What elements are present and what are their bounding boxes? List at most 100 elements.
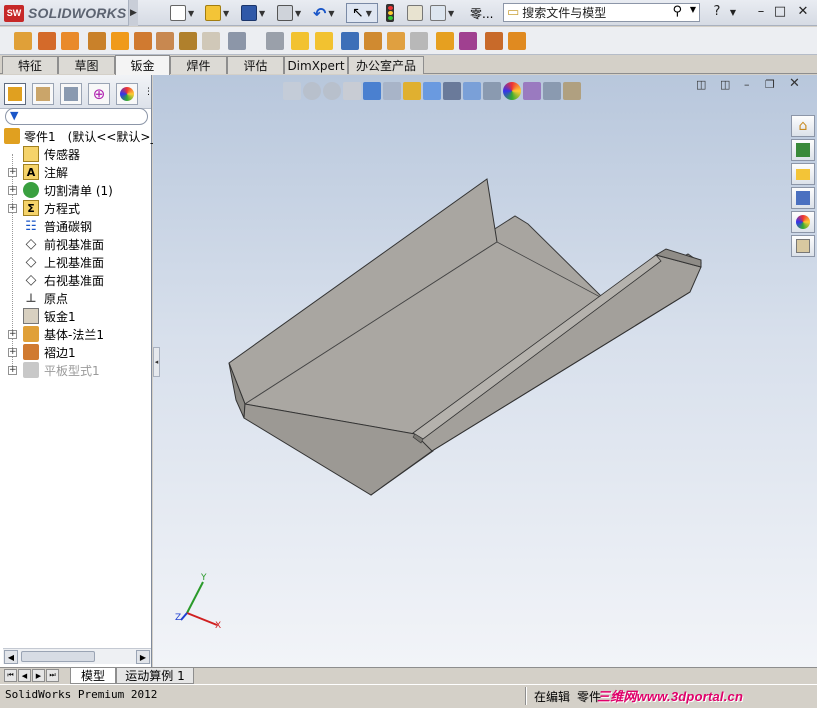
next-tab-icon[interactable]: ▶ (32, 669, 45, 682)
search-box[interactable]: ▭ ⚲ ▼ (503, 3, 700, 22)
expand-icon[interactable]: + (8, 329, 17, 339)
tree-item-base-flange[interactable]: + 基体-法兰1 (0, 325, 150, 343)
jog-icon[interactable] (156, 32, 174, 50)
chevron-down-icon[interactable]: ▼ (448, 9, 454, 18)
flatten-icon[interactable] (410, 32, 428, 50)
forming-tool-icon[interactable] (266, 32, 284, 50)
scroll-thumb[interactable] (21, 651, 95, 662)
filter-box[interactable]: ▼ (5, 108, 148, 125)
chevron-down-icon[interactable]: ▼ (223, 9, 229, 18)
feature-manager-tab[interactable] (4, 83, 26, 105)
options-button[interactable]: ▼ (430, 3, 454, 23)
sheet-metal-gusset-icon[interactable] (508, 32, 526, 50)
rip-icon[interactable] (485, 32, 503, 50)
horizontal-scrollbar[interactable]: ◀ ▶ (3, 648, 151, 664)
tree-item-top-plane[interactable]: ◇ 上视基准面 (0, 253, 150, 271)
tree-item-origin[interactable]: ⊥ 原点 (0, 289, 150, 307)
tree-item-sensors[interactable]: 传感器 (0, 145, 150, 163)
tree-item-equations[interactable]: + Σ 方程式 (0, 199, 150, 217)
property-manager-tab[interactable] (32, 83, 54, 105)
tree-item-right-plane[interactable]: ◇ 右视基准面 (0, 271, 150, 289)
tree-item-label: 方程式 (44, 201, 81, 216)
last-tab-icon[interactable]: ⏭ (46, 669, 59, 682)
vent-icon[interactable] (341, 32, 359, 50)
tree-item-cut-list[interactable]: + 切割清单 (1) (0, 181, 150, 199)
previous-tab-icon[interactable]: ◀ (18, 669, 31, 682)
edge-flange-icon[interactable] (88, 32, 106, 50)
maximize-icon[interactable]: □ (771, 4, 789, 19)
tab-sketch[interactable]: 草图 (58, 56, 115, 74)
expand-icon[interactable]: + (8, 365, 17, 375)
tree-item-front-plane[interactable]: ◇ 前视基准面 (0, 235, 150, 253)
fold-icon[interactable] (387, 32, 405, 50)
select-button[interactable]: ↖ ▼ (346, 3, 378, 23)
convert-to-sheet-metal-icon[interactable] (38, 32, 56, 50)
more-tabs-icon[interactable]: ⋮ (144, 87, 153, 97)
first-tab-icon[interactable]: ⏮ (4, 669, 17, 682)
insert-bends-icon[interactable] (459, 32, 477, 50)
custom-properties-tab[interactable] (791, 235, 815, 257)
expand-icon[interactable]: + (8, 347, 17, 357)
chevron-down-icon[interactable]: ▼ (295, 9, 301, 18)
chevron-down-icon[interactable]: ▼ (328, 9, 334, 18)
rebuild-button[interactable] (386, 3, 394, 23)
print-button[interactable]: ▼ (277, 3, 301, 23)
chevron-down-icon[interactable]: ▼ (259, 9, 265, 18)
extruded-cut-icon[interactable] (291, 32, 309, 50)
scroll-right-icon[interactable]: ▶ (136, 650, 150, 664)
view-palette-tab[interactable] (791, 187, 815, 209)
chevron-down-icon[interactable]: ▼ (724, 8, 742, 17)
undo-button[interactable]: ↶ ▼ (313, 3, 335, 23)
expand-icon[interactable]: + (8, 185, 17, 195)
tree-item-flat-pattern[interactable]: + 平板型式1 (0, 361, 150, 379)
expand-icon[interactable]: + (8, 203, 17, 213)
tree-root[interactable]: 零件1 (默认<<默认>_外 (0, 127, 168, 145)
hem-tool-icon[interactable] (134, 32, 152, 50)
scroll-left-icon[interactable]: ◀ (4, 650, 18, 664)
tab-office-products[interactable]: 办公室产品 (348, 56, 424, 74)
tab-evaluate[interactable]: 评估 (227, 56, 284, 74)
design-library-tab[interactable] (791, 139, 815, 161)
minimize-icon[interactable]: – (752, 4, 770, 19)
file-explorer-tab[interactable] (791, 163, 815, 185)
miter-flange-icon[interactable] (111, 32, 129, 50)
corners-icon[interactable] (228, 32, 246, 50)
expand-icon[interactable]: + (8, 167, 17, 177)
unfold-icon[interactable] (364, 32, 382, 50)
tab-motion-study[interactable]: 运动算例 1 (116, 668, 194, 684)
tab-dimxpert[interactable]: DimXpert (284, 56, 348, 74)
new-document-button[interactable]: ▼ (170, 3, 194, 23)
base-flange-tool-icon[interactable] (14, 32, 32, 50)
file-properties-button[interactable] (407, 3, 423, 23)
tree-item-material[interactable]: ☷ 普通碳钢 (0, 217, 150, 235)
solidworks-resources-tab[interactable]: ⌂ (791, 115, 815, 137)
solidworks-logo[interactable]: SW SOLIDWORKS (4, 4, 126, 22)
lofted-bend-icon[interactable] (61, 32, 79, 50)
tab-sheet-metal[interactable]: 钣金 (115, 55, 170, 75)
menu-expand-icon[interactable]: ▶ (128, 0, 138, 26)
chevron-down-icon[interactable]: ▼ (366, 9, 372, 18)
open-button[interactable]: ▼ (205, 3, 229, 23)
search-input[interactable] (522, 5, 673, 20)
configuration-manager-tab[interactable] (60, 83, 82, 105)
tree-item-annotations[interactable]: + A 注解 (0, 163, 150, 181)
dimxpert-manager-tab[interactable]: ⊕ (88, 83, 110, 105)
tab-features[interactable]: 特征 (2, 56, 58, 74)
search-icon[interactable]: ⚲ (672, 4, 682, 19)
chevron-down-icon[interactable]: ▼ (690, 5, 696, 14)
sketched-bend-icon[interactable] (179, 32, 197, 50)
tree-item-hem[interactable]: + 褶边1 (0, 343, 150, 361)
cross-break-icon[interactable] (202, 32, 220, 50)
close-icon[interactable]: ✕ (794, 4, 812, 19)
graphics-area[interactable]: ◂ ◫ ◫ – ❐ ✕ Y X Z ⌂ (153, 75, 817, 667)
sheet-metal-part-model[interactable] (153, 75, 817, 667)
display-manager-tab[interactable] (116, 83, 138, 105)
no-bends-icon[interactable] (436, 32, 454, 50)
tab-model[interactable]: 模型 (70, 668, 116, 684)
tab-weldments[interactable]: 焊件 (170, 56, 227, 74)
chevron-down-icon[interactable]: ▼ (188, 9, 194, 18)
tree-item-sheet-metal[interactable]: 钣金1 (0, 307, 150, 325)
appearances-tab[interactable] (791, 211, 815, 233)
simple-hole-icon[interactable] (315, 32, 333, 50)
save-button[interactable]: ▼ (241, 3, 265, 23)
